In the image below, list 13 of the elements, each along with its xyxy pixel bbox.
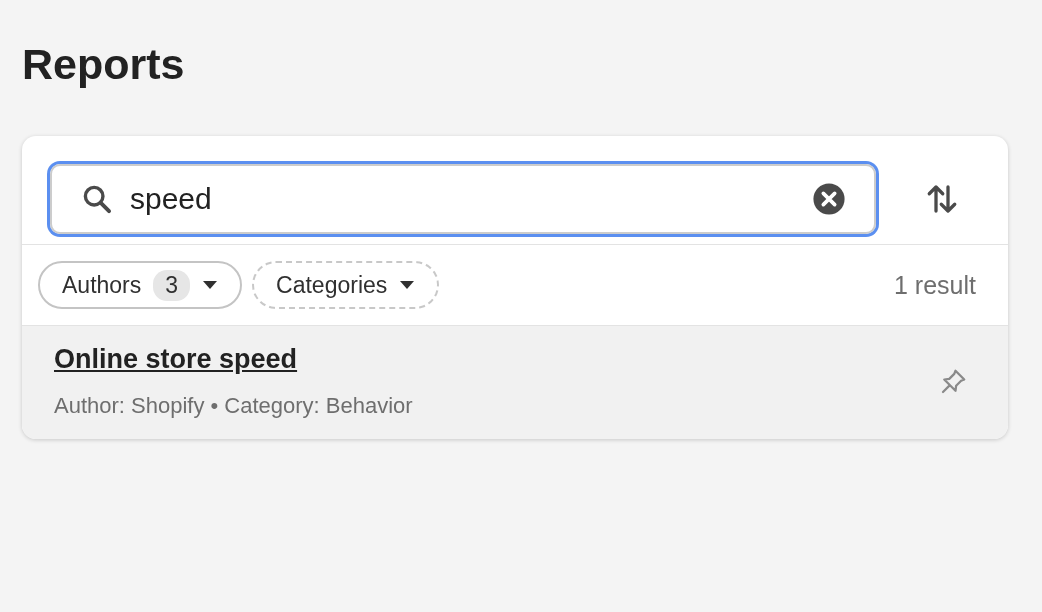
- report-row[interactable]: Online store speed Author: Shopify • Category: Behavior: [22, 326, 1008, 439]
- search-field[interactable]: speed: [50, 164, 876, 234]
- search-input[interactable]: speed: [130, 182, 796, 216]
- report-link[interactable]: Online store speed: [54, 344, 298, 375]
- caret-icon: [202, 280, 219, 290]
- filter-button[interactable]: Categories: [252, 261, 440, 309]
- result-count: 1 result: [894, 270, 976, 300]
- caret-icon: [399, 280, 416, 290]
- filter-button[interactable]: Authors 3: [38, 261, 243, 309]
- clear-icon[interactable]: [812, 182, 846, 216]
- count-badge: 3: [153, 269, 191, 301]
- page-title: Reports: [22, 39, 186, 90]
- report-meta: Author: Shopify • Category: Behavior: [54, 393, 413, 419]
